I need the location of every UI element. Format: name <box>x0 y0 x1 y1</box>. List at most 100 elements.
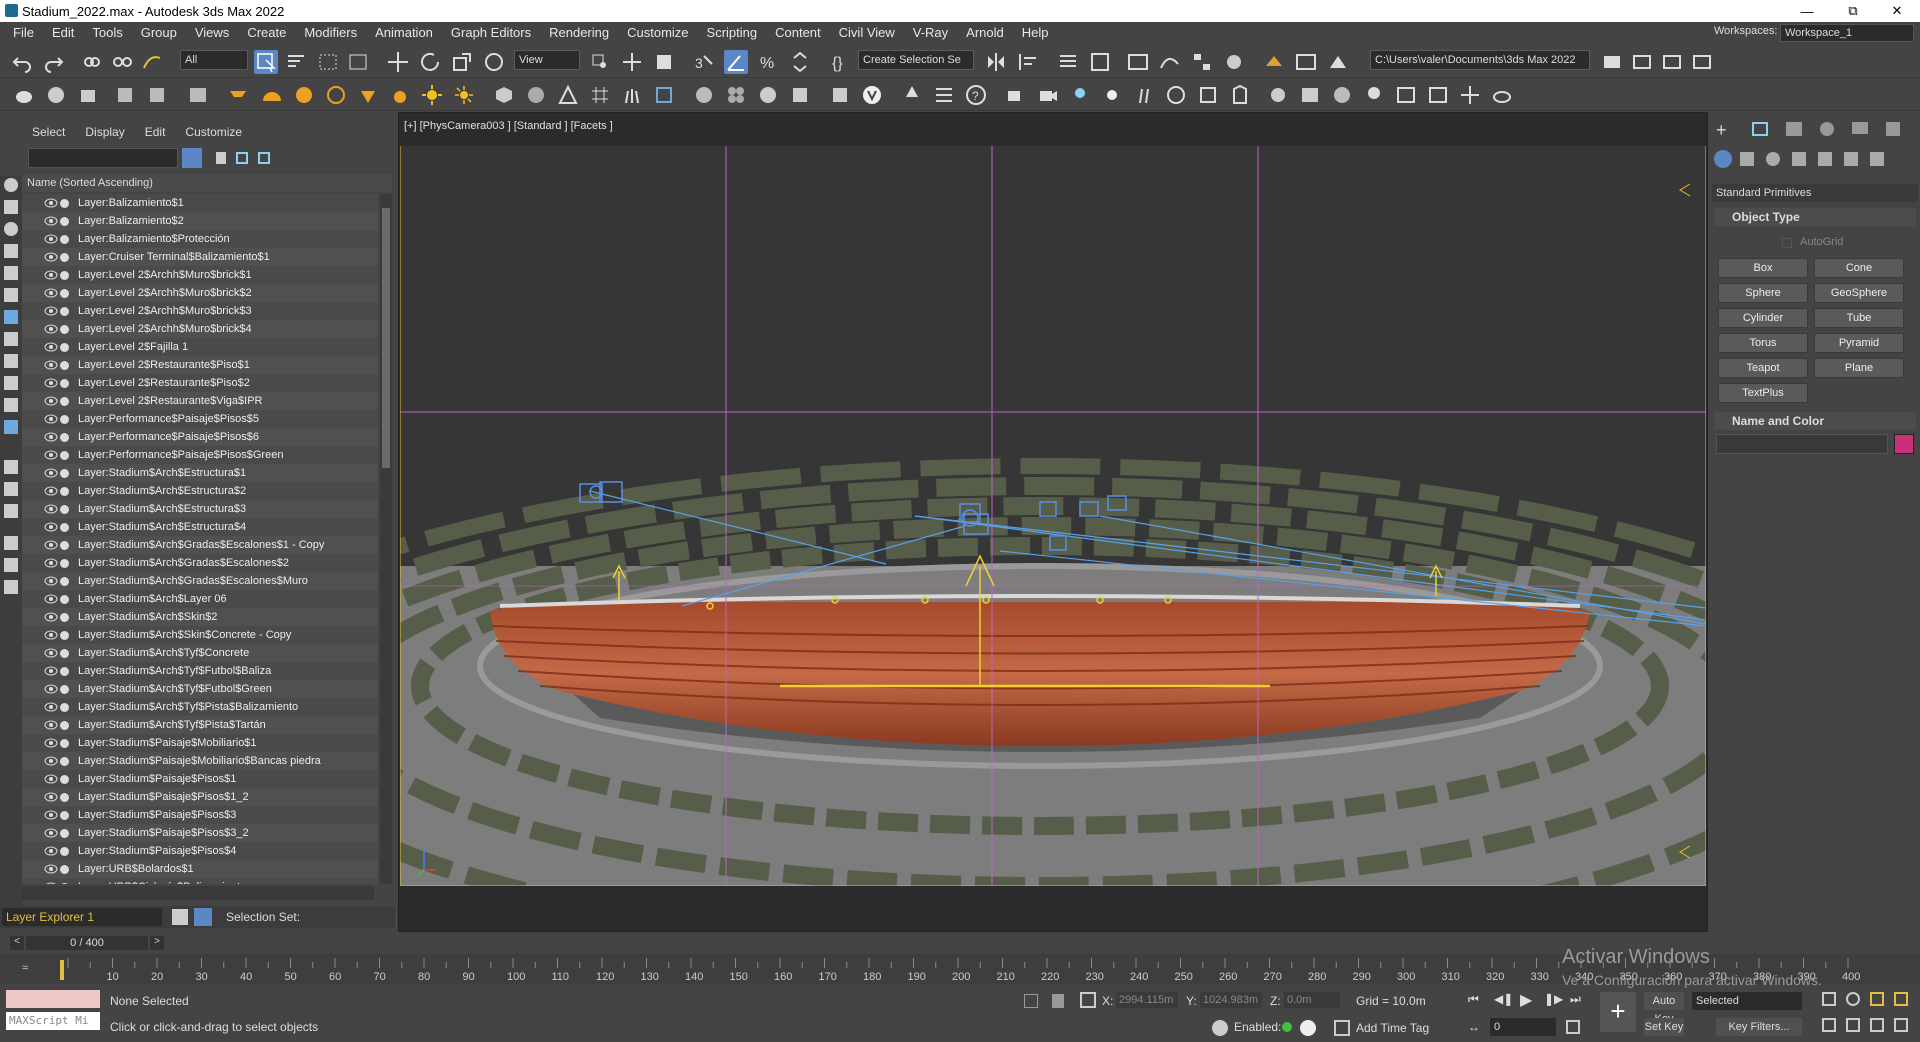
curve-editor-icon[interactable] <box>1158 50 1182 74</box>
light-filter-icon[interactable] <box>4 222 18 236</box>
project-path-dropdown[interactable]: C:\Users\valer\Documents\3ds Max 2022 <box>1370 50 1590 70</box>
menu-graph-editors[interactable]: Graph Editors <box>442 22 540 44</box>
hidden-filter-icon[interactable] <box>4 420 18 434</box>
scatter-trees-icon[interactable] <box>900 83 924 107</box>
freeze-toggle-icon[interactable] <box>60 756 69 766</box>
freeze-toggle-icon[interactable] <box>60 612 69 622</box>
visibility-eye-icon[interactable] <box>44 522 58 532</box>
filter-funnel-icon[interactable] <box>4 558 18 572</box>
angle-snap-icon[interactable] <box>724 50 748 74</box>
menu-customize[interactable]: Customize <box>618 22 697 44</box>
menu-animation[interactable]: Animation <box>366 22 442 44</box>
layer-row[interactable]: Layer:Stadium$Arch$Estructura$2 <box>22 482 378 500</box>
set-key-big-button[interactable]: + <box>1600 992 1636 1032</box>
visibility-eye-icon[interactable] <box>44 504 58 514</box>
menu-content[interactable]: Content <box>766 22 830 44</box>
menu-file[interactable]: File <box>0 22 43 44</box>
layer-row[interactable]: Layer:Stadium$Arch$Layer 06 <box>22 590 378 608</box>
freeze-toggle-icon[interactable] <box>60 558 69 568</box>
scene-converter-icon[interactable] <box>1164 83 1188 107</box>
freeze-toggle-icon[interactable] <box>60 360 69 370</box>
render-production-icon[interactable] <box>1326 50 1350 74</box>
layer-row[interactable]: Layer:Performance$Paisaje$Pisos$6 <box>22 428 378 446</box>
orbit-icon[interactable] <box>1846 992 1860 1006</box>
systems-icon[interactable] <box>1870 152 1884 166</box>
select-by-name-icon[interactable] <box>284 50 308 74</box>
explorer-options-icon[interactable] <box>4 580 18 594</box>
freeze-toggle-icon[interactable] <box>60 684 69 694</box>
x-coordinate-field[interactable]: 2994.115m <box>1116 992 1178 1008</box>
xref-filter-icon[interactable] <box>4 332 18 346</box>
category-dropdown[interactable]: Standard Primitives <box>1712 184 1918 202</box>
freeze-toggle-icon[interactable] <box>60 810 69 820</box>
visibility-eye-icon[interactable] <box>44 234 58 244</box>
visibility-eye-icon[interactable] <box>44 306 58 316</box>
absolute-mode-icon[interactable] <box>1080 992 1096 1008</box>
layer-row[interactable]: Layer:Stadium$Arch$Gradas$Escalones$2 <box>22 554 378 572</box>
mini-curve-icon[interactable]: ≈ <box>22 962 28 974</box>
layer-row[interactable]: Layer:URB$Ciclovía$Balizamiento <box>22 878 378 884</box>
visibility-eye-icon[interactable] <box>44 558 58 568</box>
vray-logo-icon[interactable] <box>860 83 884 107</box>
list-icon[interactable] <box>932 83 956 107</box>
shaded-sphere-icon[interactable] <box>524 83 548 107</box>
layer-row[interactable]: Layer:Level 2$Archh$Muro$brick$1 <box>22 266 378 284</box>
render-setup-icon[interactable] <box>1262 50 1286 74</box>
layer-icon-a[interactable] <box>114 83 138 107</box>
layer-row[interactable]: Layer:Stadium$Arch$Tyf$Pista$Tartán <box>22 716 378 734</box>
freeze-toggle-icon[interactable] <box>60 594 69 604</box>
photometric-light-icon[interactable] <box>388 83 412 107</box>
menu-rendering[interactable]: Rendering <box>540 22 618 44</box>
zoom-icon[interactable] <box>1870 992 1884 1006</box>
layer-row[interactable]: Layer:Stadium$Arch$Gradas$Escalones$Muro <box>22 572 378 590</box>
visibility-eye-icon[interactable] <box>44 810 58 820</box>
freeze-toggle-icon[interactable] <box>60 666 69 676</box>
layer-row[interactable]: Layer:Level 2$Archh$Muro$brick$2 <box>22 284 378 302</box>
geosphere-button[interactable]: GeoSphere <box>1814 283 1904 303</box>
freeze-toggle-icon[interactable] <box>60 504 69 514</box>
freeze-toggle-icon[interactable] <box>60 432 69 442</box>
menu-create[interactable]: Create <box>238 22 295 44</box>
pyramid-button[interactable]: Pyramid <box>1814 333 1904 353</box>
layer-row[interactable]: Layer:Stadium$Arch$Skin$2 <box>22 608 378 626</box>
close-button[interactable]: ✕ <box>1874 0 1920 22</box>
proxy-icon[interactable] <box>652 83 676 107</box>
horizontal-scrollbar[interactable] <box>22 886 374 900</box>
layers-icon[interactable] <box>172 909 188 925</box>
torus-button[interactable]: Torus <box>1718 333 1808 353</box>
menu-civil-view[interactable]: Civil View <box>830 22 904 44</box>
multi-material-icon[interactable] <box>724 83 748 107</box>
camera-icon[interactable] <box>1036 83 1060 107</box>
group-filter-icon[interactable] <box>4 310 18 324</box>
lock-icon[interactable] <box>216 152 226 164</box>
z-coordinate-field[interactable]: 0.0m <box>1284 992 1340 1008</box>
geo-sphere-icon[interactable] <box>324 83 348 107</box>
geometry-icon[interactable] <box>1714 150 1732 168</box>
visibility-eye-icon[interactable] <box>44 630 58 640</box>
time-tag-icon[interactable] <box>1334 1020 1350 1036</box>
visibility-eye-icon[interactable] <box>44 666 58 676</box>
render-elements-icon[interactable] <box>828 83 852 107</box>
column-header-name[interactable]: Name (Sorted Ascending) <box>22 174 392 192</box>
bone-filter-icon[interactable] <box>4 354 18 368</box>
sun-icon[interactable] <box>420 83 444 107</box>
freeze-toggle-icon[interactable] <box>60 720 69 730</box>
toggle-ribbon-icon[interactable] <box>1126 50 1150 74</box>
visibility-eye-icon[interactable] <box>44 288 58 298</box>
layer-row[interactable]: Layer:Stadium$Arch$Gradas$Escalones$1 - … <box>22 536 378 554</box>
percent-snap-icon[interactable]: % <box>756 50 780 74</box>
cameras-icon[interactable] <box>1792 152 1806 166</box>
layer-row[interactable]: Layer:Stadium$Paisaje$Mobiliario$1 <box>22 734 378 752</box>
play-icon[interactable]: ▶ <box>1520 990 1532 1010</box>
grid-icon[interactable] <box>588 83 612 107</box>
freeze-toggle-icon[interactable] <box>60 630 69 640</box>
visibility-eye-icon[interactable] <box>44 198 58 208</box>
camera-filter-icon[interactable] <box>4 244 18 258</box>
visibility-eye-icon[interactable] <box>44 270 58 280</box>
layer-row[interactable]: Layer:Performance$Paisaje$Pisos$Green <box>22 446 378 464</box>
freeze-toggle-icon[interactable] <box>60 270 69 280</box>
visibility-eye-icon[interactable] <box>44 396 58 406</box>
undo-icon[interactable] <box>10 50 34 74</box>
walk-through-icon[interactable] <box>1822 1018 1836 1032</box>
frozen-filter-icon[interactable] <box>4 398 18 412</box>
